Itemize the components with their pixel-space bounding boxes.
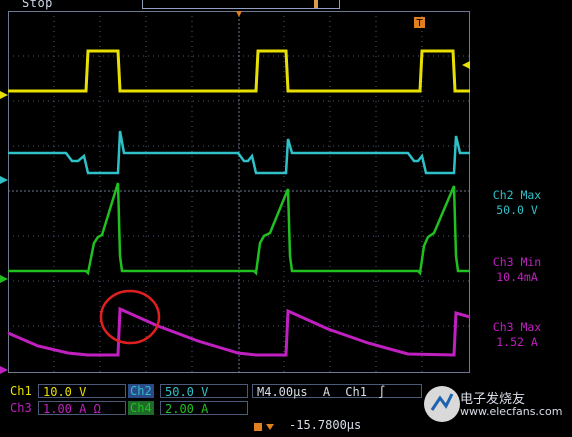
ch1-scale[interactable]: 10.0 V	[38, 384, 126, 399]
ch4-marker-icon	[0, 268, 8, 283]
ch3-scale[interactable]: 1.00 A Ω	[38, 401, 126, 416]
readout-value: 1.52 A	[496, 335, 538, 349]
ch1-label[interactable]: Ch1	[10, 384, 32, 398]
ch3-scale-value: 1.00 A	[43, 402, 87, 416]
annotation-circle	[99, 289, 161, 345]
readout-value: 10.4mA	[496, 270, 538, 284]
trigger-level-arrow	[462, 61, 470, 69]
graticule-center	[8, 11, 470, 373]
trigger-slope-icon: ∫	[378, 385, 386, 399]
ch2-scale[interactable]: 50.0 V	[160, 384, 248, 399]
readout-label: Ch2 Max	[492, 188, 542, 202]
ch3-min-readout: Ch3 Min 10.4mA	[462, 255, 572, 285]
acquisition-status: Stop	[22, 0, 53, 10]
ch3-impedance-symbol: Ω	[93, 402, 101, 416]
timebase-readout[interactable]: M4.00µs A Ch1 ∫	[252, 384, 422, 399]
ch4-label[interactable]: Ch4	[128, 401, 154, 415]
ch1-marker-icon	[0, 84, 8, 99]
record-position-marker	[314, 0, 318, 8]
trigger-position-readout[interactable]: -15.7800µs	[284, 417, 384, 432]
ch3-max-readout: Ch3 Max 1.52 A	[462, 320, 572, 350]
ch4-scale[interactable]: 2.00 A	[160, 401, 248, 416]
record-length-bar	[142, 0, 340, 9]
ch2-marker-icon	[0, 169, 8, 184]
trigger-mode: A	[322, 385, 331, 399]
readout-value: 50.0 V	[496, 203, 538, 217]
waveform-display: T	[8, 11, 470, 373]
ch3-label[interactable]: Ch3	[10, 401, 32, 415]
readout-label: Ch3 Min	[492, 255, 542, 269]
ch2-label[interactable]: Ch2	[128, 384, 154, 398]
trigger-offset-icon	[254, 418, 284, 431]
svg-text:T: T	[415, 18, 423, 29]
trigger-source: Ch1	[345, 385, 367, 399]
readout-label: Ch3 Max	[492, 320, 542, 334]
trigger-icon: T	[414, 17, 425, 29]
ch3-marker-icon	[0, 359, 8, 374]
timebase-value: 4.00µs	[264, 385, 308, 399]
ch2-max-readout: Ch2 Max 50.0 V	[462, 188, 572, 218]
watermark-url: www.elecfans.com	[460, 405, 563, 418]
trigger-position-marker	[236, 11, 242, 17]
